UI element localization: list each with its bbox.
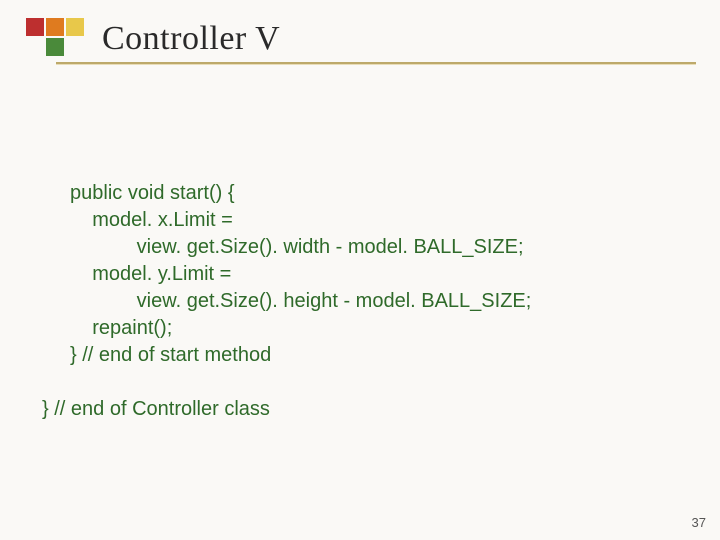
code-line: public void start() {: [70, 182, 235, 204]
square-yellow-icon: [66, 18, 84, 36]
code-block: public void start() { model. x.Limit = v…: [70, 180, 670, 423]
page-number: 37: [692, 515, 706, 530]
code-line: } // end of Controller class: [42, 396, 270, 423]
square-orange-icon: [46, 18, 64, 36]
square-green-icon: [46, 38, 64, 56]
title-block: Controller V: [18, 18, 280, 62]
square-red-icon: [26, 18, 44, 36]
code-line: view. get.Size(). width - model. BALL_SI…: [70, 236, 524, 258]
code-line: } // end of start method: [70, 344, 271, 366]
code-line: model. y.Limit =: [70, 263, 231, 285]
code-line: model. x.Limit =: [70, 209, 233, 231]
code-line: repaint();: [70, 317, 172, 339]
page-title: Controller V: [102, 20, 280, 58]
bullet-graphic: [18, 18, 90, 62]
code-line: view. get.Size(). height - model. BALL_S…: [70, 290, 531, 312]
title-underline: [56, 62, 696, 64]
